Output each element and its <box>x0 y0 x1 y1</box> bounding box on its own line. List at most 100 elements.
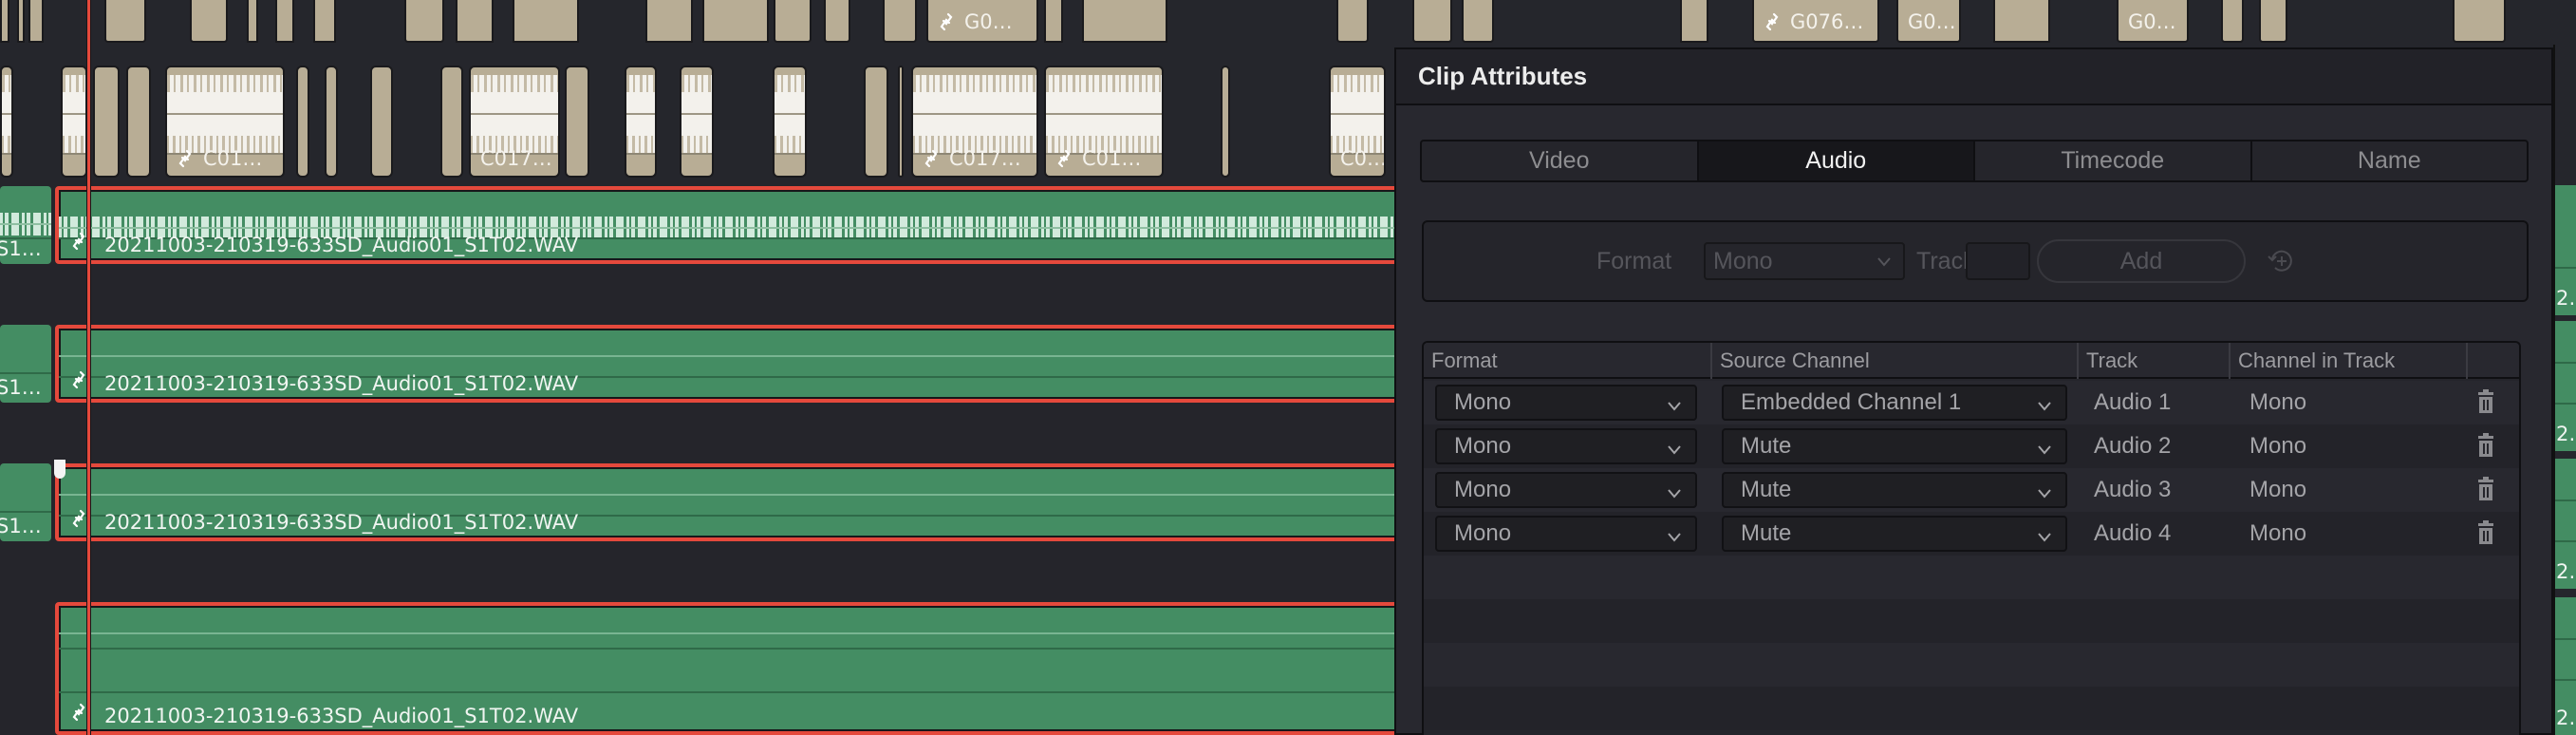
audio-clip-selected[interactable]: 20211003-210319-633SD_Audio01_S1T02.WAV <box>55 186 1403 264</box>
audio-clip[interactable] <box>126 66 151 178</box>
empty-row <box>1424 599 2519 643</box>
video-clip[interactable] <box>275 0 294 43</box>
video-clip[interactable]: G0… <box>926 0 1038 43</box>
audio-clip[interactable] <box>325 66 338 178</box>
audio-clip[interactable] <box>680 66 714 178</box>
audio-clip-prev[interactable]: S1… <box>0 463 51 541</box>
link-icon <box>70 231 87 255</box>
tab-video[interactable]: Video <box>1422 141 1699 180</box>
video-clip[interactable] <box>2259 0 2287 43</box>
audio-clip[interactable] <box>296 66 309 178</box>
table-header: Format Source Channel Track Channel in T… <box>1424 343 2519 379</box>
clip-name: 2… <box>2556 423 2576 445</box>
video-clip[interactable] <box>824 0 850 43</box>
video-clip[interactable] <box>702 0 769 43</box>
trash-icon[interactable] <box>2475 476 2496 502</box>
audio-clip-next[interactable]: 2… <box>2555 459 2576 589</box>
table-row: Mono Embedded Channel 1 Audio 1 Mono <box>1424 381 2519 424</box>
video-clip[interactable] <box>1336 0 1369 43</box>
video-clip[interactable] <box>1462 0 1494 43</box>
format-dropdown[interactable]: Mono <box>1435 472 1697 508</box>
audio-clip[interactable] <box>625 66 657 178</box>
audio-clip[interactable]: C01… <box>1044 66 1164 178</box>
trash-icon[interactable] <box>2475 432 2496 459</box>
audio-clip[interactable] <box>773 66 807 178</box>
audio-clip-prev[interactable]: S1… <box>0 186 51 264</box>
source-channel-dropdown[interactable]: Mute <box>1722 472 2067 508</box>
source-channel-dropdown[interactable]: Embedded Channel 1 <box>1722 385 2067 421</box>
source-channel-value: Mute <box>1741 477 1792 502</box>
video-clip[interactable] <box>247 0 258 43</box>
audio-clip-selected[interactable]: 20211003-210319-633SD_Audio01_S1T02.WAV <box>55 325 1403 403</box>
clip-name: C01… <box>203 147 263 170</box>
format-dropdown[interactable]: Mono <box>1435 428 1697 464</box>
audio-clip[interactable] <box>565 66 589 178</box>
clip-name: 20211003-210319-633SD_Audio01_S1T02.WAV <box>104 511 579 534</box>
video-clip[interactable] <box>456 0 494 43</box>
format-dropdown[interactable]: Mono <box>1435 385 1697 421</box>
video-clip[interactable] <box>104 0 146 43</box>
add-format-dropdown[interactable]: Mono <box>1704 242 1905 280</box>
audio-clip[interactable]: C017… <box>469 66 560 178</box>
audio-clip-prev[interactable]: S1… <box>0 325 51 403</box>
video-clip[interactable] <box>0 0 9 43</box>
video-clip[interactable]: G0… <box>2117 0 2189 43</box>
audio-clip[interactable] <box>864 66 888 178</box>
playhead[interactable] <box>87 0 90 735</box>
audio-clip[interactable] <box>61 66 87 178</box>
audio-clip[interactable] <box>440 66 463 178</box>
audio-clip[interactable]: C01… <box>165 66 285 178</box>
channel-in-track-value: Mono <box>2249 520 2307 546</box>
link-icon <box>70 702 87 726</box>
add-button[interactable]: Add <box>2037 239 2246 283</box>
edit-point-marker[interactable] <box>54 460 65 479</box>
audio-clip[interactable]: C017… <box>911 66 1038 178</box>
audio-clip[interactable] <box>0 66 13 178</box>
video-clip[interactable] <box>1082 0 1167 43</box>
video-clip[interactable] <box>645 0 693 43</box>
audio-clip-next[interactable]: 2… <box>2555 185 2576 315</box>
audio-clip[interactable] <box>93 66 120 178</box>
source-channel-dropdown[interactable]: Mute <box>1722 428 2067 464</box>
audio-clip[interactable] <box>1221 66 1230 178</box>
video-clip[interactable] <box>2221 0 2244 43</box>
video-clip[interactable] <box>17 0 25 43</box>
video-clip[interactable] <box>1680 0 1708 43</box>
audio-clip[interactable] <box>898 66 904 178</box>
audio-track-2: S1… 20211003-210319-633SD_Audio01_S1T02.… <box>0 325 1403 403</box>
video-clip[interactable] <box>774 0 812 43</box>
chevron-down-icon <box>2035 439 2054 466</box>
source-channel-dropdown[interactable]: Mute <box>1722 516 2067 552</box>
video-clip[interactable] <box>883 0 917 43</box>
audio-clip-next[interactable]: 2… <box>2555 321 2576 451</box>
trash-icon[interactable] <box>2475 519 2496 546</box>
video-clip[interactable] <box>513 0 579 43</box>
audio-clip-next[interactable]: 2… <box>2555 597 2576 735</box>
format-dropdown[interactable]: Mono <box>1435 516 1697 552</box>
video-clip[interactable] <box>1412 0 1452 43</box>
video-clip[interactable] <box>28 0 44 43</box>
chevron-down-icon <box>2035 482 2054 510</box>
audio-clip-selected[interactable]: 20211003-210319-633SD_Audio01_S1T02.WAV <box>55 463 1403 541</box>
tab-name[interactable]: Name <box>2252 141 2528 180</box>
format-value: Mono <box>1454 520 1512 546</box>
video-clip[interactable]: G076… <box>1752 0 1879 43</box>
tracks-count-input[interactable] <box>1966 242 2030 280</box>
column-header-format: Format <box>1424 343 1712 379</box>
audio-clip-selected[interactable]: 20211003-210319-633SD_Audio01_S1T02.WAV <box>55 602 1403 735</box>
trash-icon[interactable] <box>2475 388 2496 415</box>
video-clip[interactable] <box>313 0 336 43</box>
tab-timecode[interactable]: Timecode <box>1975 141 2252 180</box>
tab-audio[interactable]: Audio <box>1698 141 1975 180</box>
video-clip[interactable] <box>1044 0 1063 43</box>
link-icon <box>1764 11 1781 32</box>
video-clip[interactable] <box>404 0 444 43</box>
audio-clip[interactable] <box>370 66 393 178</box>
chevron-down-icon <box>2035 395 2054 423</box>
video-clip[interactable] <box>190 0 228 43</box>
video-clip[interactable]: G0… <box>1896 0 1961 43</box>
audio-clip[interactable]: C0… <box>1329 66 1386 178</box>
reset-add-icon[interactable] <box>2267 247 2295 275</box>
video-clip[interactable] <box>1993 0 2050 43</box>
video-clip[interactable] <box>2453 0 2506 43</box>
